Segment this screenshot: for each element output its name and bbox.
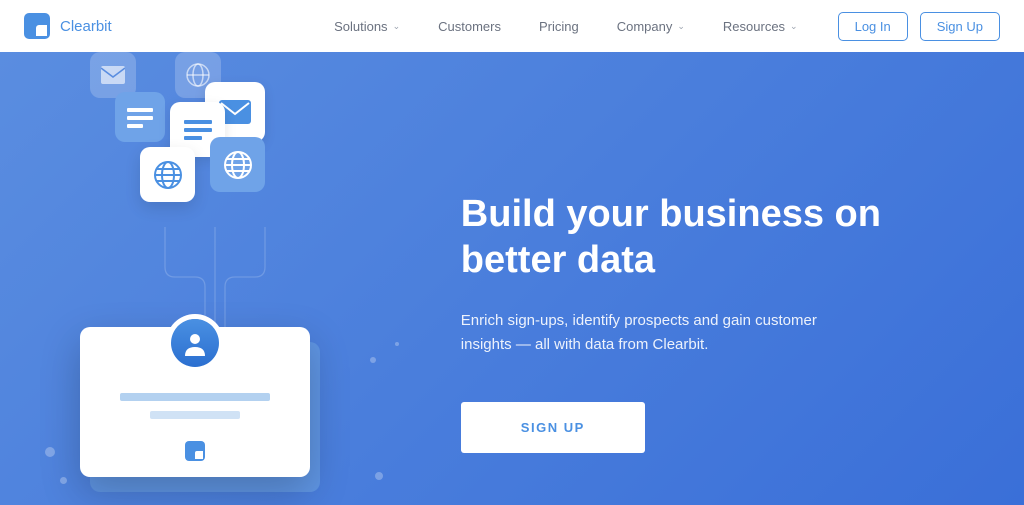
nav-company-label: Company bbox=[617, 19, 673, 34]
nav-customers[interactable]: Customers bbox=[438, 19, 501, 34]
nav-pricing-label: Pricing bbox=[539, 19, 579, 34]
nav-solutions-label: Solutions bbox=[334, 19, 387, 34]
chevron-down-icon: ⌄ bbox=[393, 21, 401, 32]
avatar-icon bbox=[171, 319, 219, 367]
nav-resources[interactable]: Resources ⌄ bbox=[723, 19, 798, 34]
logo-icon bbox=[24, 13, 50, 39]
hero-title: Build your business on better data bbox=[461, 192, 984, 283]
hero-signup-button[interactable]: SIGN UP bbox=[461, 402, 645, 453]
clearbit-mark-icon bbox=[185, 441, 205, 461]
decorative-dot bbox=[375, 472, 383, 480]
site-header: Clearbit Solutions ⌄ Customers Pricing C… bbox=[0, 0, 1024, 52]
hero-content: Build your business on better data Enric… bbox=[461, 52, 1024, 505]
placeholder-line bbox=[150, 411, 240, 419]
hero-section: Build your business on better data Enric… bbox=[0, 52, 1024, 505]
chevron-down-icon: ⌄ bbox=[677, 21, 685, 32]
nav-pricing[interactable]: Pricing bbox=[539, 19, 579, 34]
nav-resources-label: Resources bbox=[723, 19, 785, 34]
decorative-dot bbox=[60, 477, 67, 484]
brand-name: Clearbit bbox=[60, 18, 112, 35]
brand-group[interactable]: Clearbit bbox=[24, 13, 112, 39]
hero-subtitle: Enrich sign-ups, identify prospects and … bbox=[461, 309, 861, 357]
globe-icon bbox=[210, 137, 265, 192]
connector-lines-icon bbox=[155, 227, 275, 337]
decorative-dot bbox=[370, 357, 376, 363]
primary-nav: Solutions ⌄ Customers Pricing Company ⌄ … bbox=[334, 19, 798, 34]
chevron-down-icon: ⌄ bbox=[790, 21, 798, 32]
nav-solutions[interactable]: Solutions ⌄ bbox=[334, 19, 400, 34]
document-lines-icon bbox=[115, 92, 165, 142]
nav-customers-label: Customers bbox=[438, 19, 501, 34]
auth-buttons: Log In Sign Up bbox=[838, 12, 1000, 41]
placeholder-line bbox=[120, 393, 270, 401]
signup-button[interactable]: Sign Up bbox=[920, 12, 1000, 41]
decorative-dot bbox=[395, 342, 399, 346]
hero-illustration bbox=[0, 52, 461, 505]
globe-icon bbox=[140, 147, 195, 202]
profile-card bbox=[80, 327, 310, 477]
decorative-dot bbox=[45, 447, 55, 457]
nav-company[interactable]: Company ⌄ bbox=[617, 19, 685, 34]
login-button[interactable]: Log In bbox=[838, 12, 908, 41]
